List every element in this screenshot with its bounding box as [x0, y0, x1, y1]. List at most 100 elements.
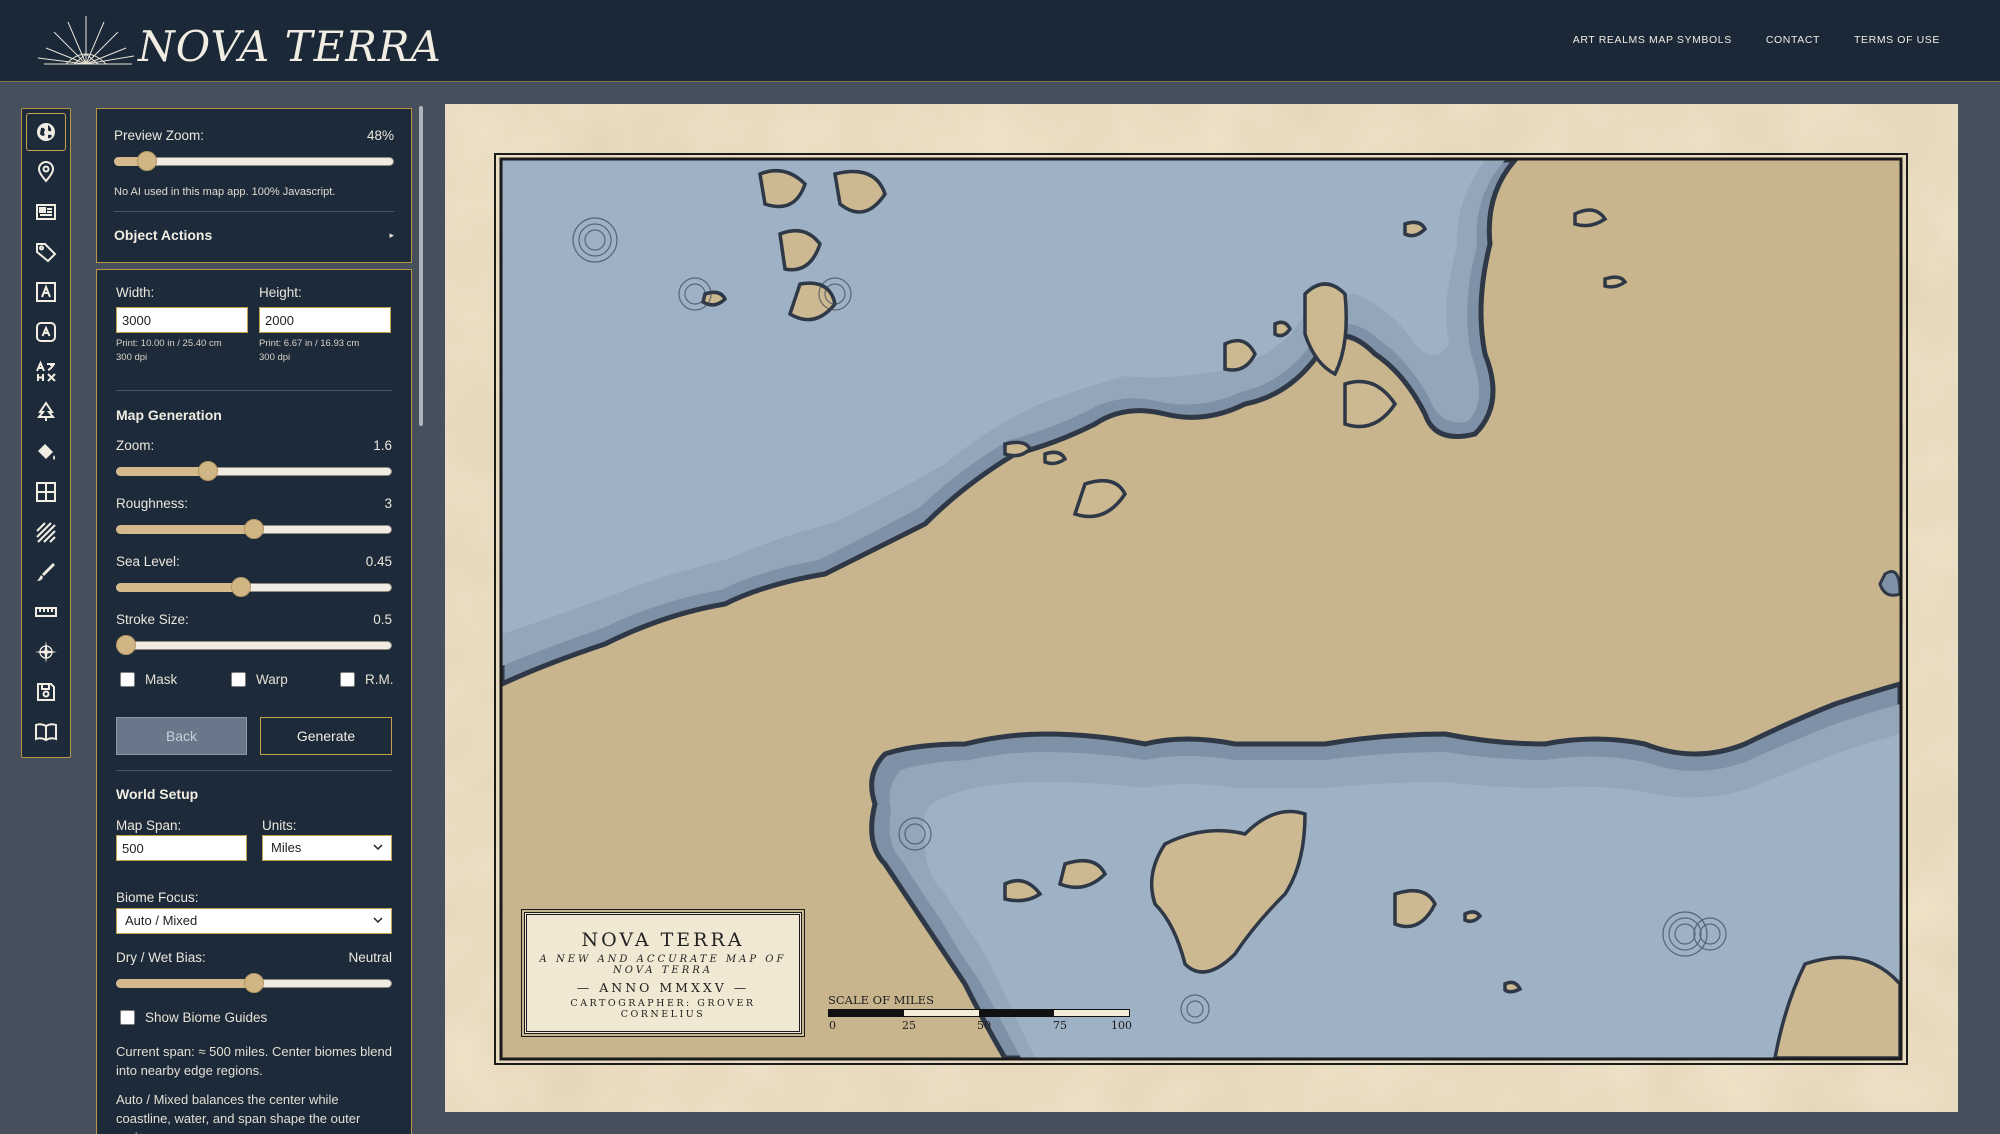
map-pin-icon	[37, 161, 55, 183]
biome-focus-label: Biome Focus:	[116, 890, 199, 905]
stroke-size-slider[interactable]	[116, 635, 392, 655]
checkbox-box[interactable]	[120, 672, 135, 687]
preview-zoom-value: 48%	[366, 128, 394, 143]
slider-thumb[interactable]	[244, 973, 264, 993]
tool-text-badge[interactable]	[26, 313, 66, 351]
tool-fill[interactable]	[26, 433, 66, 471]
text-badge-icon	[36, 322, 56, 342]
brand-title: NOVA TERRA	[138, 22, 442, 71]
panel-icon	[36, 204, 56, 220]
zoom-slider[interactable]	[116, 461, 392, 481]
roughness-row: Roughness: 3	[116, 496, 392, 511]
tool-globe[interactable]	[26, 113, 66, 151]
zoom-row: Zoom: 1.6	[116, 438, 392, 453]
slider-fill	[116, 979, 254, 988]
biome-guides-label: Show Biome Guides	[145, 1010, 268, 1025]
tool-label[interactable]	[26, 233, 66, 271]
tool-tree[interactable]	[26, 393, 66, 431]
tag-icon	[36, 243, 57, 263]
map-span-label: Map Span:	[116, 818, 182, 833]
divider	[116, 390, 392, 391]
height-dpi-text: 300 dpi	[259, 352, 291, 363]
slider-thumb[interactable]	[197, 461, 218, 481]
nav-link-symbols[interactable]: ART REALMS MAP SYMBOLS	[1573, 34, 1732, 46]
save-icon	[37, 683, 55, 701]
roughness-value: 3	[384, 496, 392, 511]
tool-save[interactable]	[26, 673, 66, 711]
width-print-info: Print: 10.00 in / 25.40 cm 300 dpi	[116, 337, 222, 365]
text-box-icon	[36, 282, 56, 302]
generate-button[interactable]: Generate	[260, 717, 392, 755]
biome-focus-value: Auto / Mixed	[125, 913, 198, 928]
bias-label: Dry / Wet Bias:	[116, 950, 206, 965]
span-description: Current span: ≈ 500 miles. Center biomes…	[116, 1044, 392, 1078]
checkbox-box[interactable]	[120, 1010, 135, 1025]
preview-zoom-slider[interactable]	[114, 151, 394, 171]
bias-slider[interactable]	[116, 973, 392, 993]
scale-segment	[829, 1010, 904, 1016]
translate-icon	[36, 360, 56, 382]
height-print-info: Print: 6.67 in / 16.93 cm 300 dpi	[259, 337, 359, 365]
sea-level-row: Sea Level: 0.45	[116, 554, 392, 569]
tool-hatch[interactable]	[26, 513, 66, 551]
nav-link-contact[interactable]: CONTACT	[1766, 34, 1820, 46]
chevron-down-icon	[373, 917, 383, 924]
nav-link-terms[interactable]: TERMS OF USE	[1854, 34, 1940, 46]
object-actions-label: Object Actions	[114, 227, 213, 243]
slider-fill	[116, 467, 208, 476]
units-value: Miles	[271, 840, 302, 855]
width-print-text: Print: 10.00 in / 25.40 cm	[116, 338, 222, 349]
units-label: Units:	[262, 818, 297, 833]
width-input[interactable]	[116, 307, 248, 333]
divider	[116, 770, 392, 771]
slider-thumb[interactable]	[137, 151, 158, 171]
no-ai-note: No AI used in this map app. 100% Javascr…	[114, 186, 336, 198]
cartouche-title: NOVA TERRA	[581, 929, 745, 951]
map-span-input[interactable]	[116, 835, 247, 861]
slider-thumb[interactable]	[231, 577, 252, 597]
bias-value: Neutral	[348, 950, 392, 965]
back-button[interactable]: Back	[116, 717, 247, 755]
tool-brush[interactable]	[26, 553, 66, 591]
panel-scrollbar[interactable]	[419, 106, 423, 426]
height-print-text: Print: 6.67 in / 16.93 cm	[259, 338, 360, 349]
app-header: NOVA TERRA ART REALMS MAP SYMBOLS CONTAC…	[0, 0, 2000, 82]
slider-fill	[116, 583, 242, 592]
compass-rose-logo-icon	[37, 16, 135, 65]
tool-grid[interactable]	[26, 473, 66, 511]
cartouche-subtitle: A NEW AND ACCURATE MAP OF NOVA TERRA	[539, 954, 787, 976]
roughness-slider[interactable]	[116, 519, 392, 539]
auto-mixed-description: Auto / Mixed balances the center while c…	[116, 1092, 361, 1134]
object-actions-toggle[interactable]: Object Actions ▸	[114, 227, 394, 243]
world-setup-heading: World Setup	[116, 786, 199, 802]
tool-marker[interactable]	[26, 153, 66, 191]
units-select[interactable]: Miles	[262, 835, 392, 861]
tool-ruler[interactable]	[26, 593, 66, 631]
height-input[interactable]	[259, 307, 391, 333]
tool-text[interactable]	[26, 273, 66, 311]
tool-panel[interactable]	[26, 193, 66, 231]
scale-segment	[979, 1010, 1054, 1016]
mask-checkbox[interactable]: Mask	[120, 672, 177, 687]
rm-label: R.M.	[365, 672, 394, 687]
cartouche-anno: — ANNO MMXXV —	[576, 980, 750, 995]
stroke-size-row: Stroke Size: 0.5	[116, 612, 392, 627]
zoom-value: 1.6	[373, 438, 392, 453]
tool-translate[interactable]	[26, 353, 66, 391]
biome-guides-checkbox[interactable]: Show Biome Guides	[120, 1010, 267, 1025]
checkbox-box[interactable]	[231, 672, 246, 687]
compass-icon	[35, 641, 57, 663]
slider-thumb[interactable]	[116, 635, 136, 655]
warp-checkbox[interactable]: Warp	[231, 672, 288, 687]
cartouche-cartographer: CARTOGRAPHER: GROVER CORNELIUS	[570, 998, 756, 1020]
tool-guide[interactable]	[26, 713, 66, 751]
biome-focus-select[interactable]: Auto / Mixed	[116, 908, 392, 934]
tool-compass[interactable]	[26, 633, 66, 671]
slider-thumb[interactable]	[244, 519, 264, 539]
checkbox-box[interactable]	[340, 672, 355, 687]
scale-segment	[904, 1010, 979, 1016]
rm-checkbox[interactable]: R.M.	[340, 672, 394, 687]
scale-title: SCALE OF MILES	[828, 993, 934, 1007]
sea-level-slider[interactable]	[116, 577, 392, 597]
height-label: Height:	[259, 285, 302, 300]
